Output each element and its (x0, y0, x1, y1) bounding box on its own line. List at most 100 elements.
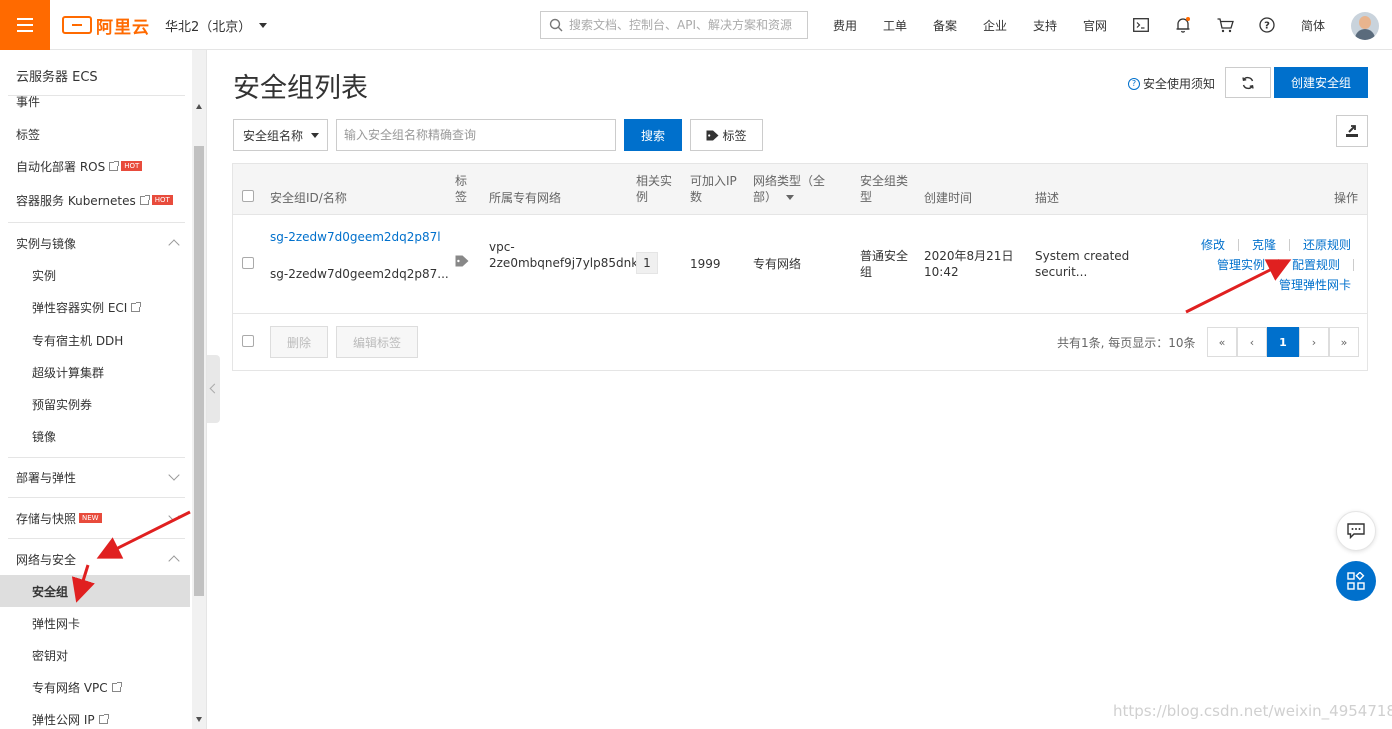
pager-prev[interactable]: ‹ (1237, 327, 1267, 357)
sidebar-item-scc[interactable]: 超级计算集群 (0, 356, 190, 388)
refresh-button[interactable] (1225, 67, 1271, 98)
hot-badge: HOT (151, 195, 173, 205)
sg-name: sg-2zedw7d0geem2dq2p87... (270, 267, 449, 281)
col-tag: 标签 (455, 174, 468, 204)
chevron-down-icon (168, 469, 180, 481)
external-link-icon (139, 194, 150, 205)
col-description: 描述 (1035, 191, 1060, 205)
sidebar-item-security-group[interactable]: 安全组 (0, 575, 190, 607)
terminal-icon[interactable] (1131, 15, 1151, 35)
export-button[interactable] (1336, 115, 1368, 147)
top-bar: 阿里云 华北2（北京） 费用 工单 备案 企业 支持 官网 ? 简体 (0, 0, 1392, 50)
clone-link[interactable]: 克隆 (1252, 237, 1276, 253)
tag-filter-button[interactable]: 标签 (690, 119, 763, 151)
security-group-name-input[interactable] (336, 119, 616, 151)
scroll-up-icon[interactable] (196, 104, 202, 109)
page-title: 安全组列表 (233, 73, 368, 104)
restore-rules-link[interactable]: 还原规则 (1303, 237, 1351, 253)
sidebar-item-ros[interactable]: 自动化部署 ROS HOT (0, 150, 190, 182)
pager-first[interactable]: « (1207, 327, 1237, 357)
region-selector[interactable]: 华北2（北京） (165, 16, 268, 35)
col-vpc: 所属专有网络 (489, 191, 562, 205)
bell-icon[interactable] (1173, 15, 1193, 35)
chat-button[interactable] (1336, 511, 1376, 551)
edit-tags-button[interactable]: 编辑标签 (336, 326, 418, 358)
logo-mark-icon (62, 16, 92, 34)
row-tag-icon[interactable] (455, 255, 469, 271)
sidebar-item-keypair[interactable]: 密钥对 (0, 639, 190, 671)
sidebar-item-instances[interactable]: 实例 (0, 259, 190, 291)
sidebar-item-eci[interactable]: 弹性容器实例 ECI (0, 291, 190, 323)
menu-icon[interactable] (0, 0, 50, 50)
nav-website[interactable]: 官网 (1083, 17, 1107, 34)
footer-select-all-checkbox[interactable] (242, 335, 254, 347)
external-link-icon (131, 301, 142, 312)
sidebar-item-tags[interactable]: 标签 (0, 118, 190, 150)
global-search-input[interactable] (569, 18, 799, 32)
sidebar-item-events[interactable]: 事件 (0, 96, 190, 110)
filter-caret-icon (785, 195, 794, 200)
description-value: System created securit... (1035, 249, 1130, 279)
scroll-down-icon[interactable] (196, 717, 202, 722)
sidebar-collapse-handle[interactable] (207, 355, 220, 423)
refresh-icon (1242, 76, 1254, 89)
question-icon: ? (1128, 77, 1140, 90)
table-header: 安全组ID/名称 标签 所属专有网络 相关实例 可加入IP数 网络类型（全部） … (233, 164, 1367, 215)
col-created: 创建时间 (924, 191, 973, 205)
col-network-type[interactable]: 网络类型（全部） (753, 173, 833, 205)
cart-icon[interactable] (1215, 15, 1235, 35)
create-security-group-button[interactable]: 创建安全组 (1274, 67, 1368, 98)
vpc-id[interactable]: vpc- 2ze0mbqnef9j7ylp85dnk (489, 239, 638, 271)
nav-icp[interactable]: 备案 (933, 17, 957, 34)
export-icon (1346, 125, 1358, 137)
sidebar-group-storage[interactable]: 存储与快照 NEW (0, 502, 190, 534)
user-avatar[interactable] (1351, 12, 1379, 40)
security-notice-link[interactable]: ? 安全使用须知 (1128, 75, 1215, 92)
sidebar-item-kubernetes[interactable]: 容器服务 Kubernetes HOT (0, 184, 190, 216)
sidebar-item-images[interactable]: 镜像 (0, 420, 190, 452)
sidebar-item-vpc[interactable]: 专有网络 VPC (0, 671, 190, 703)
sidebar-scroll-thumb[interactable] (194, 146, 204, 596)
manage-instances-link[interactable]: 管理实例 (1217, 257, 1265, 273)
global-search[interactable] (540, 11, 808, 39)
related-instances-count[interactable]: 1 (636, 252, 658, 274)
op-separator (1353, 259, 1354, 271)
language-switch[interactable]: 简体 (1301, 17, 1325, 34)
pager-page-1[interactable]: 1 (1267, 327, 1299, 357)
apps-button[interactable] (1336, 561, 1376, 601)
select-all-checkbox[interactable] (242, 190, 254, 202)
configure-rules-link[interactable]: 配置规则 (1292, 257, 1340, 273)
nav-support[interactable]: 支持 (1033, 17, 1057, 34)
sidebar-item-ddh[interactable]: 专有宿主机 DDH (0, 324, 190, 356)
sg-id-link[interactable]: sg-2zedw7d0geem2dq2p87l (270, 229, 441, 245)
watermark: https://blog.csdn.net/weixin_49547187 (1113, 702, 1392, 720)
modify-link[interactable]: 修改 (1201, 237, 1225, 253)
search-button[interactable]: 搜索 (624, 119, 682, 151)
op-separator (1278, 259, 1279, 271)
pager-next[interactable]: › (1299, 327, 1329, 357)
caret-down-icon (259, 23, 268, 28)
manage-eni-link[interactable]: 管理弹性网卡 (1279, 277, 1351, 293)
sidebar-item-reserved[interactable]: 预留实例券 (0, 388, 190, 420)
row-checkbox[interactable] (242, 257, 254, 269)
nav-billing[interactable]: 费用 (833, 17, 857, 34)
nav-enterprise[interactable]: 企业 (983, 17, 1007, 34)
sidebar-item-eip[interactable]: 弹性公网 IP (0, 703, 190, 729)
filter-field-select[interactable]: 安全组名称 (233, 119, 328, 151)
col-available-ip: 可加入IP数 (690, 174, 737, 204)
created-time: 2020年8月21日 10:42 (924, 249, 1014, 279)
sidebar-item-eni[interactable]: 弹性网卡 (0, 607, 190, 639)
aliyun-logo[interactable]: 阿里云 (62, 14, 150, 38)
pager-last[interactable]: » (1329, 327, 1359, 357)
delete-button[interactable]: 删除 (270, 326, 328, 358)
available-ip-count: 1999 (690, 257, 721, 271)
apps-icon (1347, 572, 1365, 590)
external-link-icon (109, 160, 120, 171)
sidebar-group-instances[interactable]: 实例与镜像 (0, 227, 190, 259)
sidebar-group-network[interactable]: 网络与安全 (0, 543, 190, 575)
sidebar-group-deploy[interactable]: 部署与弹性 (0, 461, 190, 493)
op-separator (1238, 239, 1239, 251)
nav-tickets[interactable]: 工单 (883, 17, 907, 34)
chevron-up-icon (168, 239, 180, 251)
help-icon[interactable]: ? (1257, 15, 1277, 35)
